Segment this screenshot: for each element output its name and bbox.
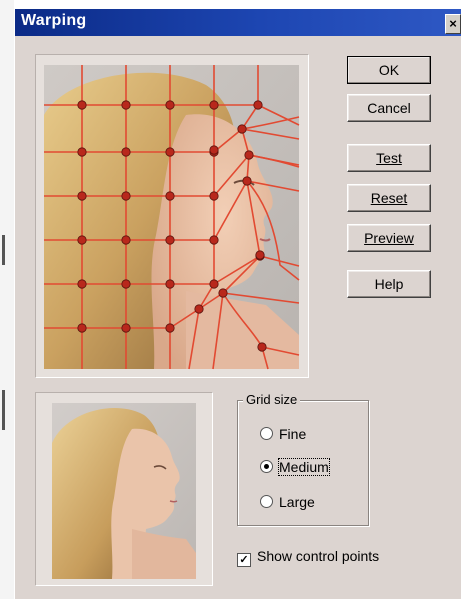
control-point[interactable] (165, 100, 175, 110)
test-button-label: Test (376, 150, 402, 166)
radio-fine[interactable]: Fine (260, 426, 306, 442)
original-face-image (52, 403, 196, 579)
radio-fine-label: Fine (279, 426, 307, 442)
window-title: Warping (21, 12, 87, 29)
show-control-points-label: Show control points (257, 548, 380, 564)
control-point[interactable] (77, 100, 87, 110)
warping-dialog: OK Cancel Test Reset Preview Help Grid s… (15, 36, 461, 599)
control-point[interactable] (218, 288, 228, 298)
control-point[interactable] (253, 100, 263, 110)
control-point[interactable] (121, 191, 131, 201)
control-point[interactable] (121, 147, 131, 157)
close-icon[interactable]: × (445, 14, 461, 34)
title-bar[interactable]: Warping × (15, 9, 461, 36)
test-button[interactable]: Test (347, 144, 431, 172)
radio-medium-label: Medium (278, 458, 330, 476)
control-point[interactable] (121, 100, 131, 110)
control-point[interactable] (242, 176, 252, 186)
control-point[interactable] (209, 191, 219, 201)
warp-preview-frame (35, 54, 309, 378)
radio-medium[interactable]: Medium (260, 458, 330, 476)
control-point[interactable] (209, 100, 219, 110)
preview-button-label: Preview (364, 230, 414, 246)
help-button[interactable]: Help (347, 270, 431, 298)
warped-face-image[interactable] (36, 55, 308, 377)
control-point[interactable] (165, 279, 175, 289)
radio-large[interactable]: Large (260, 494, 315, 510)
cancel-button[interactable]: Cancel (347, 94, 431, 122)
control-point[interactable] (77, 147, 87, 157)
control-point[interactable] (165, 147, 175, 157)
original-preview-frame (35, 392, 213, 586)
reset-button[interactable]: Reset (347, 184, 431, 212)
control-point[interactable] (121, 235, 131, 245)
control-point[interactable] (209, 235, 219, 245)
control-point[interactable] (77, 191, 87, 201)
radio-large-indicator[interactable] (260, 495, 273, 508)
radio-large-label: Large (279, 494, 315, 510)
edge-mark (2, 235, 5, 265)
checkbox-box[interactable]: ✓ (237, 553, 251, 567)
preview-button[interactable]: Preview (347, 224, 431, 252)
radio-medium-indicator[interactable] (260, 460, 273, 473)
edge-mark (2, 390, 5, 430)
control-point[interactable] (165, 323, 175, 333)
control-point[interactable] (165, 191, 175, 201)
control-point[interactable] (209, 279, 219, 289)
control-point[interactable] (121, 323, 131, 333)
show-control-points-checkbox[interactable]: ✓ Show control points (237, 548, 379, 567)
radio-fine-indicator[interactable] (260, 427, 273, 440)
control-point[interactable] (77, 323, 87, 333)
control-point[interactable] (237, 124, 247, 134)
control-point[interactable] (257, 342, 267, 352)
grid-size-label: Grid size (243, 392, 301, 407)
control-point[interactable] (121, 279, 131, 289)
control-point[interactable] (77, 279, 87, 289)
background-window-edge (0, 0, 14, 599)
ok-button[interactable]: OK (347, 56, 431, 84)
reset-button-label: Reset (370, 190, 408, 206)
control-point[interactable] (77, 235, 87, 245)
lips-mark (169, 500, 178, 503)
control-point[interactable] (165, 235, 175, 245)
control-point[interactable] (194, 304, 204, 314)
control-point[interactable] (255, 250, 265, 260)
control-point[interactable] (244, 150, 254, 160)
control-point[interactable] (209, 145, 219, 155)
